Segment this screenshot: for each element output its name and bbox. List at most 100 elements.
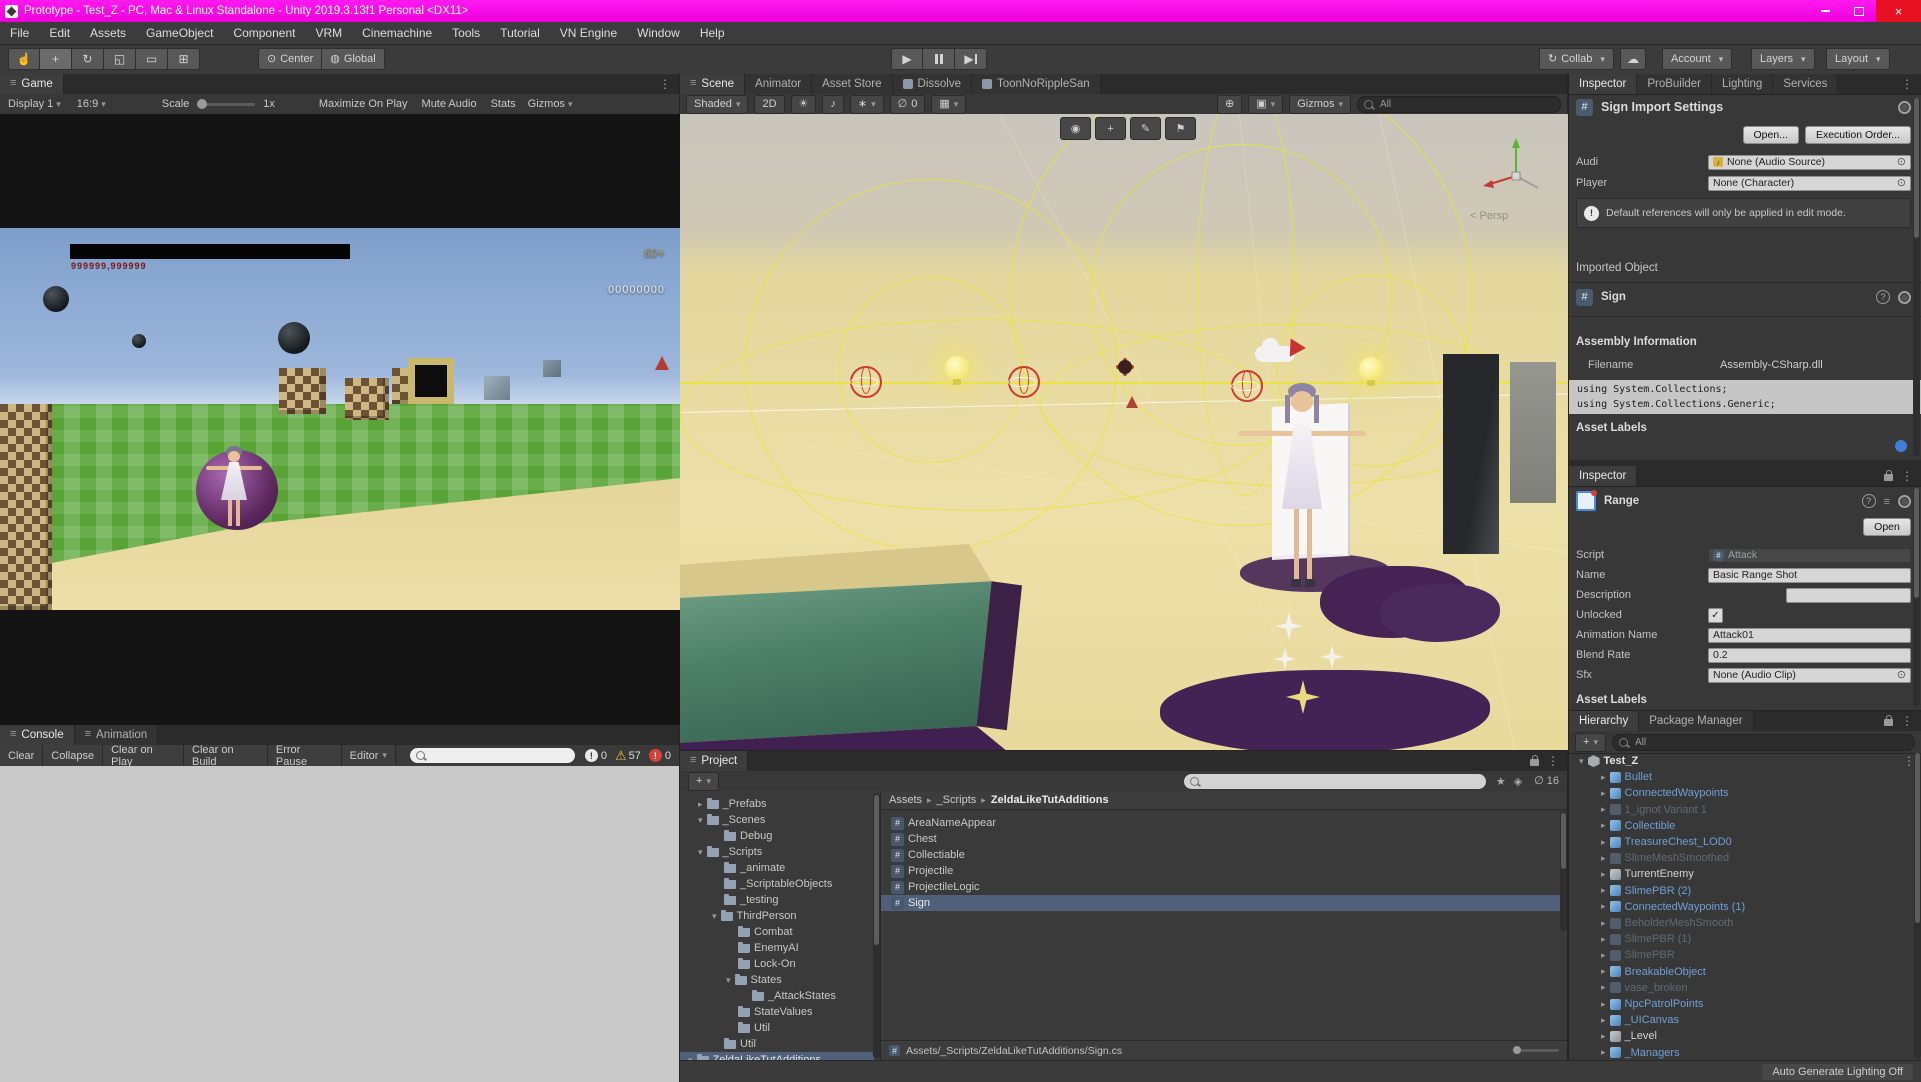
close-button[interactable]: × (1876, 0, 1921, 22)
expand-arrow-icon[interactable] (1601, 869, 1606, 880)
persp-label[interactable]: < Persp (1470, 210, 1508, 222)
stats-toggle[interactable]: Stats (491, 98, 516, 110)
file-row[interactable]: AreaNameAppear (881, 815, 1567, 831)
scene-character-group[interactable] (1215, 369, 1385, 604)
breadcrumb-leaf[interactable]: ZeldaLikeTutAdditions (991, 794, 1109, 806)
expand-arrow-icon[interactable] (1601, 772, 1606, 783)
maximize-button[interactable] (1842, 0, 1876, 22)
project-search-input[interactable] (1204, 775, 1480, 788)
expand-arrow-icon[interactable] (1601, 788, 1606, 799)
2d-toggle[interactable]: 2D (754, 95, 784, 114)
menu-gameobject[interactable]: GameObject (136, 22, 223, 44)
scene-tools-button[interactable]: ⊕ (1217, 95, 1242, 114)
overlay-flag-button[interactable]: ⚑ (1165, 117, 1196, 140)
animation-name-field[interactable]: Attack01 (1708, 628, 1911, 643)
tab-project[interactable]: Project (680, 751, 748, 771)
file-row[interactable]: Collectiable (881, 847, 1567, 863)
menu-cinemachine[interactable]: Cinemachine (352, 22, 442, 44)
file-row[interactable]: ProjectileLogic (881, 879, 1567, 895)
help-icon[interactable]: ? (1876, 290, 1890, 304)
menu-help[interactable]: Help (690, 22, 735, 44)
scene-audio-toggle[interactable]: ♪ (822, 95, 844, 114)
folder-row[interactable]: _animate (680, 860, 785, 876)
console-search[interactable] (410, 748, 575, 763)
folder-row-selected[interactable]: ZeldaLikeTutAdditions (680, 1052, 874, 1060)
tab-animator[interactable]: Animator (745, 74, 812, 94)
orientation-gizmo[interactable] (1476, 130, 1556, 210)
tab-asset-store[interactable]: Asset Store (812, 74, 892, 94)
clear-on-build-button[interactable]: Clear on Build (184, 745, 268, 766)
auto-generate-lighting-toggle[interactable]: Auto Generate Lighting Off (1762, 1064, 1913, 1080)
unlocked-checkbox[interactable]: ✓ (1708, 608, 1723, 623)
range-inspector-scrollbar[interactable] (1913, 488, 1920, 706)
folder-row[interactable]: _AttackStates (680, 988, 836, 1004)
expand-arrow-icon[interactable] (1601, 1015, 1606, 1026)
file-row[interactable]: Projectile (881, 863, 1567, 879)
aspect-dropdown[interactable]: 16:9 (77, 98, 106, 110)
space-toggle[interactable]: ◍Global (322, 48, 384, 70)
object-picker-icon[interactable] (1897, 178, 1906, 189)
display-dropdown[interactable]: Display 1 (8, 98, 61, 110)
hierarchy-item[interactable]: ConnectedWaypoints (1) (1569, 899, 1921, 915)
scene-gizmos-dropdown[interactable]: Gizmos (1289, 95, 1351, 114)
scene-search[interactable] (1357, 96, 1561, 113)
open-script-button[interactable]: Open... (1743, 126, 1799, 144)
hidden-objects-toggle[interactable]: ∅0 (890, 95, 926, 114)
breadcrumb-assets[interactable]: Assets (889, 794, 922, 806)
menu-assets[interactable]: Assets (80, 22, 136, 44)
lock-icon[interactable] (1884, 719, 1893, 726)
collapse-arrow-icon[interactable] (726, 975, 731, 986)
file-row-selected[interactable]: Sign (881, 895, 1567, 911)
warning-count-toggle[interactable]: ⚠ 57 (615, 748, 641, 764)
hierarchy-item[interactable]: SlimePBR (1) (1569, 931, 1921, 947)
layers-dropdown[interactable]: Layers (1751, 48, 1815, 70)
inspector-scrollbar[interactable] (1913, 98, 1920, 456)
hierarchy-item[interactable]: 1_ignot Variant 1 (1569, 802, 1921, 818)
hand-tool-icon[interactable]: ☝ (8, 48, 40, 70)
expand-arrow-icon[interactable] (1601, 982, 1606, 993)
play-button[interactable]: ▶ (891, 48, 923, 70)
mute-audio-toggle[interactable]: Mute Audio (422, 98, 477, 110)
account-dropdown[interactable]: Account (1662, 48, 1732, 70)
maximize-on-play-toggle[interactable]: Maximize On Play (319, 98, 408, 110)
scale-tool-icon[interactable]: ◱ (104, 48, 136, 70)
expand-arrow-icon[interactable] (1601, 918, 1606, 929)
script-object-field[interactable]: #Attack (1708, 548, 1911, 563)
expand-arrow-icon[interactable] (1601, 1031, 1606, 1042)
tab-hierarchy[interactable]: Hierarchy (1569, 711, 1639, 731)
tab-inspector[interactable]: Inspector (1569, 74, 1637, 94)
menu-window[interactable]: Window (627, 22, 690, 44)
folder-row[interactable]: _Scripts (680, 844, 762, 860)
tab-console[interactable]: Console (0, 725, 75, 745)
menu-file[interactable]: File (0, 22, 39, 44)
pivot-toggle[interactable]: ⊙Center (258, 48, 322, 70)
rect-tool-icon[interactable]: ▭ (136, 48, 168, 70)
collapse-button[interactable]: Collapse (43, 745, 103, 766)
collapse-arrow-icon[interactable] (698, 815, 703, 826)
step-button[interactable]: ▶ (955, 48, 987, 70)
cloud-icon[interactable]: ☁ (1620, 48, 1646, 70)
hierarchy-item[interactable]: vase_broken (1569, 980, 1921, 996)
folder-row[interactable]: Debug (680, 828, 772, 844)
tab-game[interactable]: Game (0, 74, 64, 94)
folder-row[interactable]: Combat (680, 924, 793, 940)
expand-arrow-icon[interactable] (698, 799, 703, 810)
expand-arrow-icon[interactable] (1601, 966, 1606, 977)
gear-icon[interactable] (1898, 291, 1911, 304)
overlay-pen-button[interactable]: ✎ (1130, 117, 1161, 140)
description-field[interactable] (1786, 588, 1911, 603)
file-row[interactable]: Chest (881, 831, 1567, 847)
tab-dissolve[interactable]: Dissolve (893, 74, 972, 94)
scene-camera-dropdown[interactable]: ▣ (1248, 95, 1283, 114)
audio-object-field[interactable]: ♪ None (Audio Source) (1708, 155, 1911, 170)
tab-lighting[interactable]: Lighting (1712, 74, 1773, 94)
collab-button[interactable]: ↻Collab (1539, 48, 1614, 70)
hidden-count-button[interactable]: ∅16 (1534, 775, 1559, 787)
hierarchy-search[interactable] (1612, 734, 1915, 751)
tab-probuilder[interactable]: ProBuilder (1637, 74, 1712, 94)
create-asset-button[interactable]: + (688, 772, 719, 791)
hierarchy-item[interactable]: Bullet (1569, 769, 1921, 785)
folder-row[interactable]: _testing (680, 892, 779, 908)
hierarchy-item[interactable]: BreakableObject (1569, 964, 1921, 980)
scale-slider[interactable] (197, 103, 255, 106)
